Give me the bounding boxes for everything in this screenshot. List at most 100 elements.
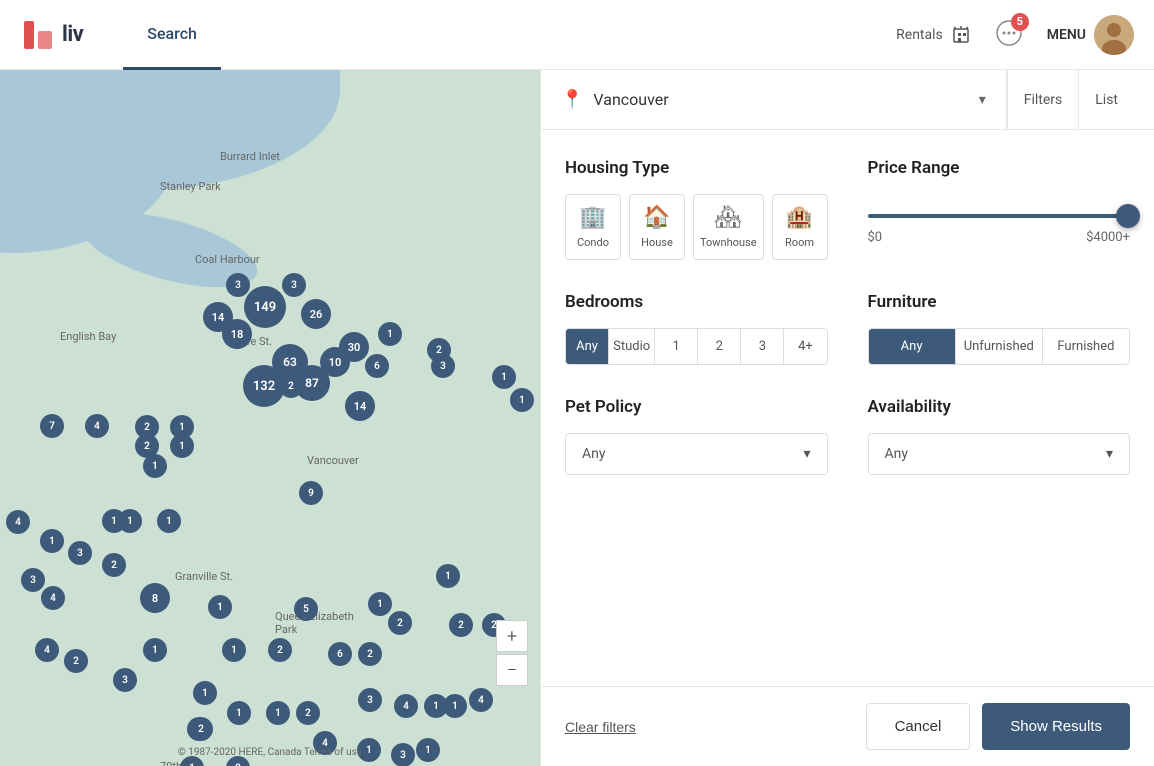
map-pin[interactable]: 2 — [427, 338, 451, 362]
map-pin[interactable]: 2 — [102, 553, 126, 577]
map-pin[interactable]: 1 — [510, 388, 534, 412]
map-pin[interactable]: 1 — [118, 509, 142, 533]
map-pin[interactable]: 4 — [85, 414, 109, 438]
furniture-option-furnished[interactable]: Furnished — [1043, 329, 1129, 364]
housing-types: 🏢Condo🏠House 🏘 Townhouse 🏨Room — [565, 194, 828, 260]
map-pin[interactable]: 2 — [449, 613, 473, 637]
map-pin[interactable]: 1 — [143, 638, 167, 662]
bedroom-option-1[interactable]: 1 — [655, 329, 698, 364]
pet-policy-section: Pet Policy Any ▾ — [565, 397, 828, 475]
map-pin[interactable]: 1 — [436, 564, 460, 588]
map-pin[interactable]: 9 — [299, 481, 323, 505]
map-pin[interactable]: 4 — [35, 638, 59, 662]
map-pin[interactable]: 1 — [40, 529, 64, 553]
house-label: House — [641, 236, 673, 249]
map-pin[interactable]: 14 — [345, 391, 375, 421]
map-pin[interactable]: 1 — [368, 592, 392, 616]
clear-filters-button[interactable]: Clear filters — [565, 719, 636, 735]
menu-label: MENU — [1047, 27, 1086, 43]
map-pin[interactable]: 3 — [282, 273, 306, 297]
furniture-option-unfurnished[interactable]: Unfurnished — [956, 329, 1043, 364]
availability-label: Availability — [868, 397, 1131, 417]
bedroom-option-4plus[interactable]: 4+ — [784, 329, 826, 364]
price-slider-track[interactable] — [868, 214, 1131, 218]
cancel-button[interactable]: Cancel — [866, 703, 971, 750]
rentals-label: Rentals — [896, 27, 943, 43]
map-pin[interactable]: 2 — [388, 611, 412, 635]
pet-policy-dropdown[interactable]: Any ▾ — [565, 433, 828, 475]
logo-text: liv — [62, 22, 83, 47]
header: liv Search Rentals 5 — [0, 0, 1154, 70]
furniture-options: AnyUnfurnishedFurnished — [868, 328, 1131, 365]
map-pin[interactable]: 1 — [170, 434, 194, 458]
map-pin[interactable]: 6 — [365, 354, 389, 378]
map-pin[interactable]: 149 — [244, 286, 286, 328]
map-pin[interactable]: 4 — [394, 694, 418, 718]
logo[interactable]: liv — [20, 17, 83, 53]
housing-type-house[interactable]: 🏠House — [629, 194, 685, 260]
map-pin[interactable]: 3 — [68, 541, 92, 565]
rentals-button[interactable]: Rentals — [896, 25, 971, 45]
map-pin[interactable]: 2 — [268, 638, 292, 662]
zoom-in-button[interactable]: + — [496, 620, 528, 652]
map-pin[interactable]: 4 — [41, 586, 65, 610]
map-pin[interactable]: 4 — [6, 510, 30, 534]
filters-button[interactable]: Filters — [1007, 70, 1079, 130]
map-pin[interactable]: 8 — [140, 583, 170, 613]
zoom-out-button[interactable]: − — [496, 654, 528, 686]
map-pin[interactable]: 18 — [222, 319, 252, 349]
panel-header: 📍 Vancouver ▾ Filters List — [541, 70, 1154, 130]
map-pin[interactable]: 2 — [279, 374, 303, 398]
map-pin[interactable]: 1 — [143, 454, 167, 478]
bedrooms-section: Bedrooms AnyStudio1234+ — [565, 292, 828, 365]
map-pin[interactable]: 2 — [296, 701, 320, 725]
menu-button[interactable]: MENU — [1047, 15, 1134, 55]
map-pin[interactable]: 1 — [492, 365, 516, 389]
housing-type-room[interactable]: 🏨Room — [772, 194, 828, 260]
bedrooms-label: Bedrooms — [565, 292, 828, 312]
show-results-button[interactable]: Show Results — [982, 703, 1130, 750]
map-pin[interactable]: 2 — [358, 642, 382, 666]
main-layout: Stanley Park Burrard Inlet Coal Harbour … — [0, 70, 1154, 766]
map-pin[interactable]: 26 — [301, 299, 331, 329]
map-pin[interactable]: 1 — [193, 681, 217, 705]
housing-type-townhouse[interactable]: 🏘 Townhouse — [693, 194, 764, 260]
map-pin[interactable]: 1 — [222, 638, 246, 662]
map-pin[interactable]: 3 — [113, 668, 137, 692]
bedroom-option-2[interactable]: 2 — [698, 329, 741, 364]
search-tab[interactable]: Search — [123, 0, 221, 70]
map-pin[interactable]: 1 — [378, 322, 402, 346]
notification-button[interactable]: 5 — [995, 19, 1023, 51]
map-pin[interactable]: 2 — [189, 717, 213, 741]
townhouse-label: Townhouse — [700, 236, 757, 249]
map-pin[interactable]: 4 — [469, 688, 493, 712]
map-pin[interactable]: 1 — [266, 701, 290, 725]
availability-chevron: ▾ — [1106, 446, 1113, 462]
map-pin[interactable]: 1 — [157, 509, 181, 533]
price-range-label: Price Range — [868, 158, 1131, 178]
map-pin[interactable]: 3 — [358, 688, 382, 712]
bedroom-option-3[interactable]: 3 — [741, 329, 784, 364]
availability-dropdown[interactable]: Any ▾ — [868, 433, 1131, 475]
bedroom-option-any[interactable]: Any — [566, 329, 609, 364]
list-button[interactable]: List — [1078, 70, 1134, 130]
price-slider-thumb[interactable] — [1116, 204, 1140, 228]
map-pin[interactable]: 7 — [40, 414, 64, 438]
map-pin[interactable]: 6 — [328, 642, 352, 666]
map-pin[interactable]: 5 — [294, 597, 318, 621]
map-pin[interactable]: 1 — [208, 595, 232, 619]
map-pin[interactable]: 3 — [21, 568, 45, 592]
housing-type-condo[interactable]: 🏢Condo — [565, 194, 621, 260]
map-pin[interactable]: 1 — [443, 694, 467, 718]
map-pin[interactable]: 3 — [226, 273, 250, 297]
condo-icon: 🏢 — [579, 205, 606, 230]
map-pin[interactable]: 1 — [227, 701, 251, 725]
townhouse-icon: 🏘 — [714, 205, 742, 230]
map-pin[interactable]: 2 — [64, 649, 88, 673]
chevron-down-icon[interactable]: ▾ — [979, 92, 986, 108]
logo-icon — [20, 17, 56, 53]
furniture-option-any[interactable]: Any — [869, 329, 956, 364]
bedroom-option-studio[interactable]: Studio — [609, 329, 655, 364]
price-min: $0 — [868, 230, 883, 245]
furniture-label: Furniture — [868, 292, 1131, 312]
